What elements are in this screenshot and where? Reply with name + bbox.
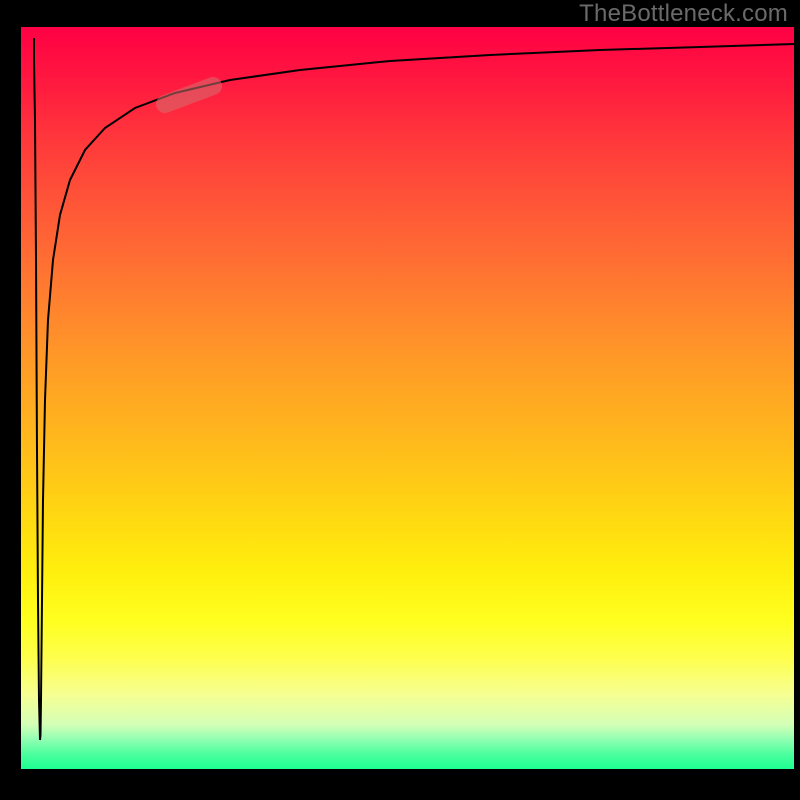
plot-area xyxy=(21,27,794,769)
chart-container: TheBottleneck.com xyxy=(0,0,800,800)
attribution-label: TheBottleneck.com xyxy=(579,0,788,28)
x-axis-margin xyxy=(0,769,800,800)
y-axis-margin xyxy=(0,0,21,800)
